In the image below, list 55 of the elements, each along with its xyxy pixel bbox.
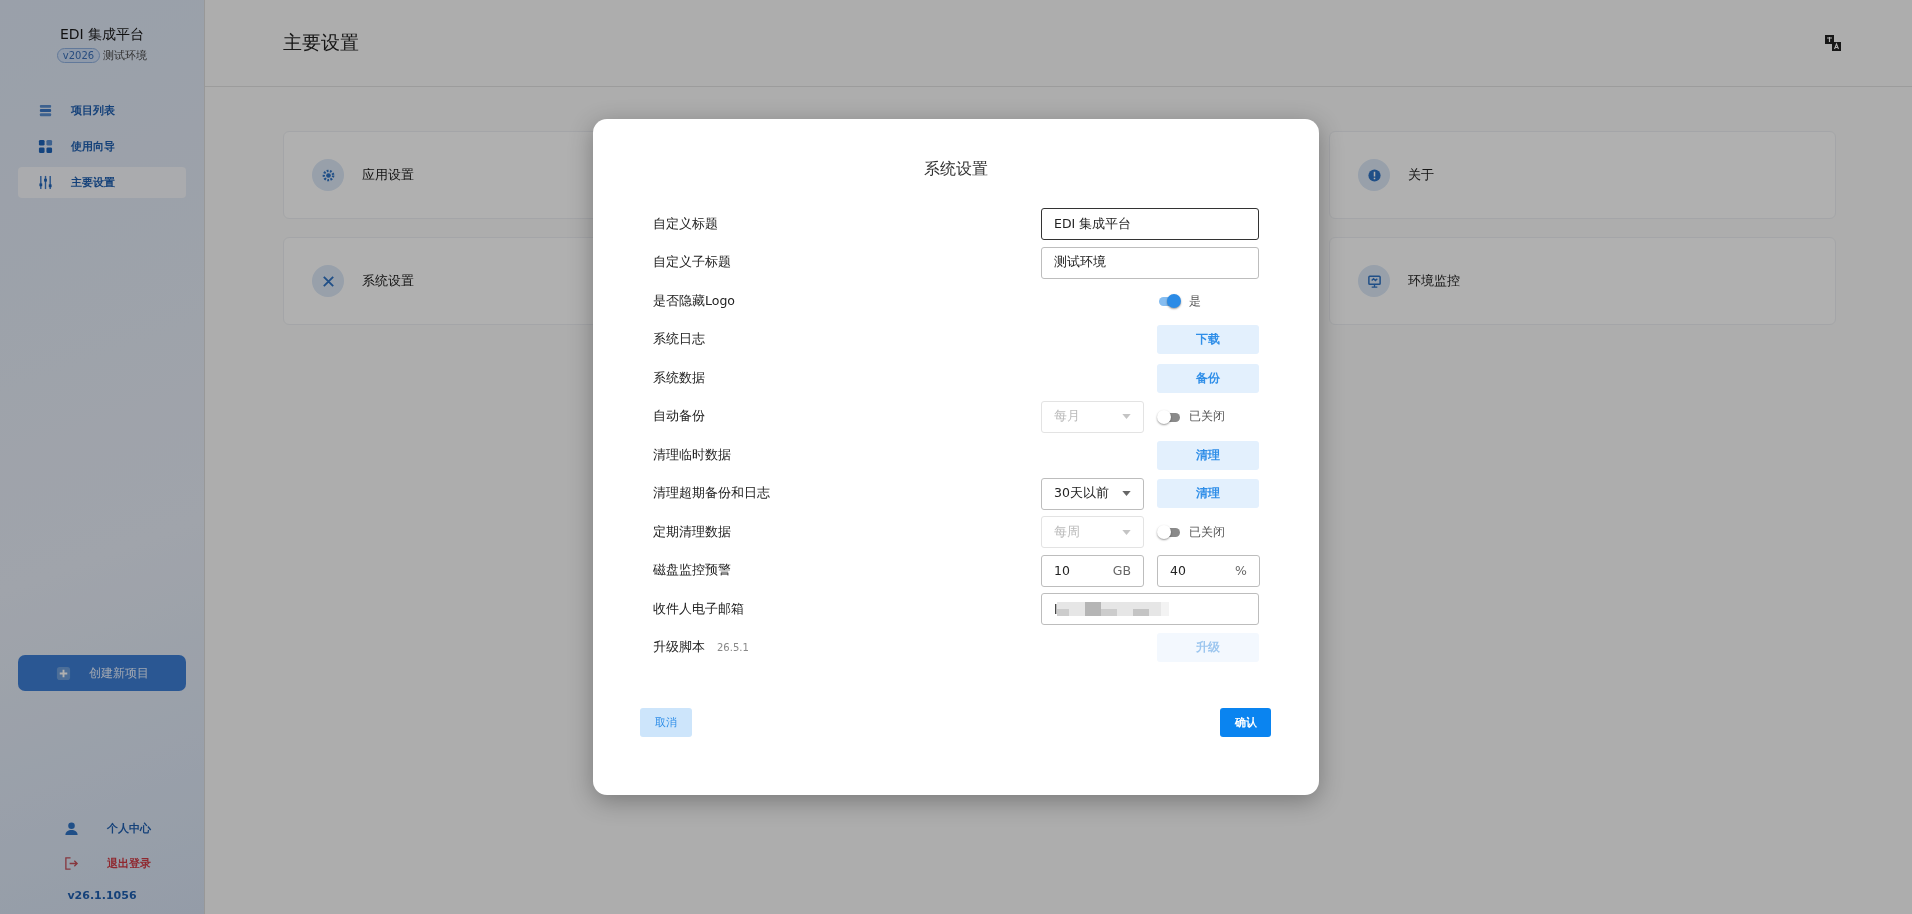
- setting-label: 是否隐藏Logo: [653, 292, 735, 310]
- number-field[interactable]: 40 %: [1157, 554, 1260, 587]
- text-field[interactable]: EDI 集成平台: [1041, 208, 1259, 241]
- version-badge: v2026: [56, 48, 101, 63]
- cancel-button[interactable]: 取消: [640, 708, 692, 737]
- nav-item[interactable]: 主要设置: [18, 167, 186, 198]
- action-button[interactable]: 清理: [1157, 440, 1259, 470]
- setting-label: 自动备份: [653, 408, 705, 426]
- settings-card[interactable]: 关于: [1329, 131, 1836, 219]
- setting-label: 定期清理数据: [653, 523, 731, 541]
- version-note: 26.5.1: [717, 642, 749, 654]
- number-field[interactable]: 10 GB: [1041, 554, 1144, 587]
- text-field[interactable]: 测试环境: [1041, 246, 1259, 279]
- setting-label: 清理超期备份和日志: [653, 485, 770, 503]
- action-button[interactable]: 下载: [1157, 325, 1259, 355]
- setting-label: 收件人电子邮箱: [653, 600, 744, 618]
- caret-icon: [1122, 491, 1131, 497]
- switch-label: 是: [1189, 292, 1201, 310]
- page-title: 主要设置: [283, 30, 359, 55]
- caret-icon: [1122, 529, 1131, 535]
- action-button[interactable]: 清理: [1157, 479, 1259, 509]
- plus-icon: [55, 665, 71, 681]
- setting-label: 系统日志: [653, 331, 705, 349]
- create-project-button[interactable]: 创建新项目: [18, 655, 186, 691]
- nav-item[interactable]: 项目列表: [18, 95, 186, 126]
- switch-label: 已关闭: [1189, 408, 1225, 426]
- switch-label: 已关闭: [1189, 523, 1225, 541]
- environment-label: 测试环境: [103, 48, 148, 63]
- confirm-button[interactable]: 确认: [1220, 708, 1271, 737]
- setting-label: 清理临时数据: [653, 446, 731, 464]
- setting-label: 升级脚本: [653, 639, 705, 657]
- setting-label: 磁盘监控预警: [653, 562, 731, 580]
- gear-icon: [320, 167, 336, 183]
- monitor-icon: [1366, 273, 1382, 289]
- setting-label: 自定义子标题: [653, 254, 731, 272]
- caret-icon: [1122, 414, 1131, 420]
- tools-icon: [320, 273, 336, 289]
- logout-icon: [64, 856, 79, 871]
- info-icon: [1366, 167, 1382, 183]
- app-version: v26.1.1056: [67, 889, 137, 902]
- setting-label: 系统数据: [653, 369, 705, 387]
- sidebar-link[interactable]: 退出登录: [18, 846, 186, 881]
- translate-icon[interactable]: [1824, 34, 1842, 52]
- nav-item[interactable]: 使用向导: [18, 131, 186, 162]
- settings-card[interactable]: 环境监控: [1329, 237, 1836, 325]
- dropdown[interactable]: 30天以前: [1041, 477, 1144, 510]
- sidebar-link[interactable]: 个人中心: [18, 811, 186, 846]
- sliders-icon: [38, 175, 53, 190]
- user-icon: [64, 821, 79, 836]
- action-button[interactable]: 备份: [1157, 363, 1259, 393]
- dialog-title: 系统设置: [922, 159, 989, 180]
- email-field[interactable]: l: [1041, 593, 1259, 626]
- list-icon: [38, 103, 53, 118]
- app-title: EDI 集成平台: [59, 26, 145, 44]
- grid-icon: [38, 139, 53, 154]
